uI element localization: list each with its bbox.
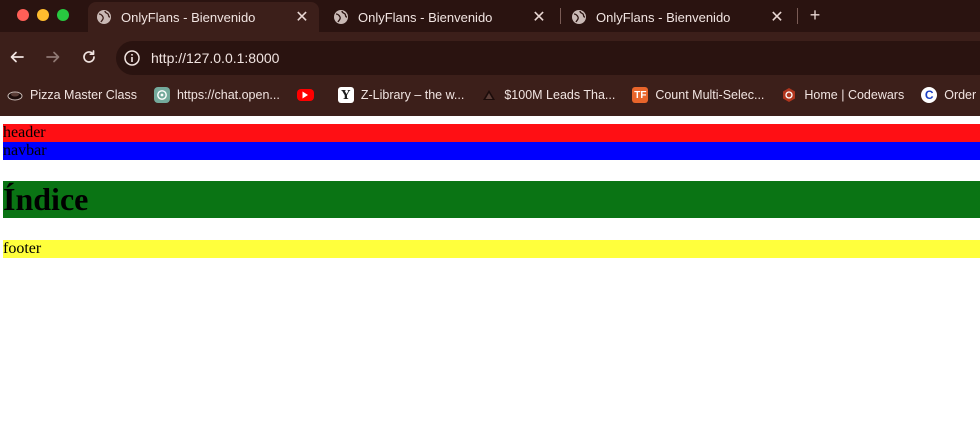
close-tab-icon[interactable]: ✕ [530,8,548,26]
header-text: header [3,124,46,141]
bookmark-order[interactable]: C Order [921,87,976,103]
site-info-icon[interactable] [123,49,141,67]
forward-button[interactable] [43,47,63,67]
tab-title: OnlyFlans - Bienvenido [121,9,256,25]
tab-strip: OnlyFlans - Bienvenido ✕ OnlyFlans - Bie… [0,0,980,32]
bookmark-youtube[interactable] [296,89,321,101]
footer-section: footer [3,240,980,258]
tab-1[interactable]: OnlyFlans - Bienvenido ✕ [88,2,319,32]
close-tab-icon[interactable]: ✕ [293,8,311,26]
address-bar[interactable]: http://127.0.0.1:8000 [116,41,980,75]
chatgpt-icon [153,87,170,103]
arrow-left-icon [10,51,24,63]
index-heading-section: Índice [3,181,980,218]
globe-icon [97,10,111,24]
index-heading: Índice [3,181,89,217]
codewars-icon [781,87,797,103]
tab-separator [797,8,798,24]
tab-2[interactable]: OnlyFlans - Bienvenido ✕ [325,2,556,32]
globe-icon [334,10,348,24]
bookmark-zlibrary[interactable]: Y Z-Library – the w... [337,87,465,103]
bookmark-count-multi-select[interactable]: TF Count Multi-Selec... [632,87,764,103]
tf-icon: TF [632,87,649,103]
minimize-window-button[interactable] [37,9,49,21]
tab-3[interactable]: OnlyFlans - Bienvenido ✕ [563,2,794,32]
c-icon: C [921,87,938,103]
header-section: header [3,124,980,142]
tab-title: OnlyFlans - Bienvenido [358,9,493,25]
arrow-right-icon [46,51,60,63]
maximize-window-button[interactable] [57,9,69,21]
tab-title: OnlyFlans - Bienvenido [596,9,731,25]
youtube-icon [296,89,314,101]
page-viewport: header navbar Índice footer [0,116,980,440]
browser-chrome: OnlyFlans - Bienvenido ✕ OnlyFlans - Bie… [0,0,980,116]
url-text[interactable]: http://127.0.0.1:8000 [151,50,279,66]
bookmarks-bar: Pizza Master Class https://chat.open... … [0,82,980,108]
bookmark-label: Order [944,88,977,102]
footer-text: footer [3,240,42,257]
pizza-icon [7,87,23,103]
bookmark-codewars[interactable]: Home | Codewars [781,87,904,103]
bookmark-label: Home | Codewars [804,88,905,102]
bookmark-label: Pizza Master Class [30,88,137,102]
new-tab-button[interactable]: + [804,4,826,26]
bookmark-label: Z-Library – the w... [360,88,465,102]
close-window-button[interactable] [17,9,29,21]
bookmark-label: https://chat.open... [176,88,280,102]
zlibrary-icon: Y [337,87,354,103]
bookmark-chat[interactable]: https://chat.open... [153,87,280,103]
bookmark-pizza-master-class[interactable]: Pizza Master Class [7,87,137,103]
bookmark-100m-leads[interactable]: $100M Leads Tha... [481,87,615,103]
navbar-text: navbar [3,142,47,159]
globe-icon [572,10,586,24]
browser-toolbar: http://127.0.0.1:8000 [0,38,980,78]
close-tab-icon[interactable]: ✕ [768,8,786,26]
triangle-icon [481,87,497,103]
reload-button[interactable] [79,47,99,67]
bookmark-label: Count Multi-Selec... [655,88,765,102]
bookmark-label: $100M Leads Tha... [504,88,616,102]
navbar-section: navbar [3,142,980,160]
reload-icon [83,50,95,63]
tab-separator [560,8,561,24]
back-button[interactable] [7,47,27,67]
